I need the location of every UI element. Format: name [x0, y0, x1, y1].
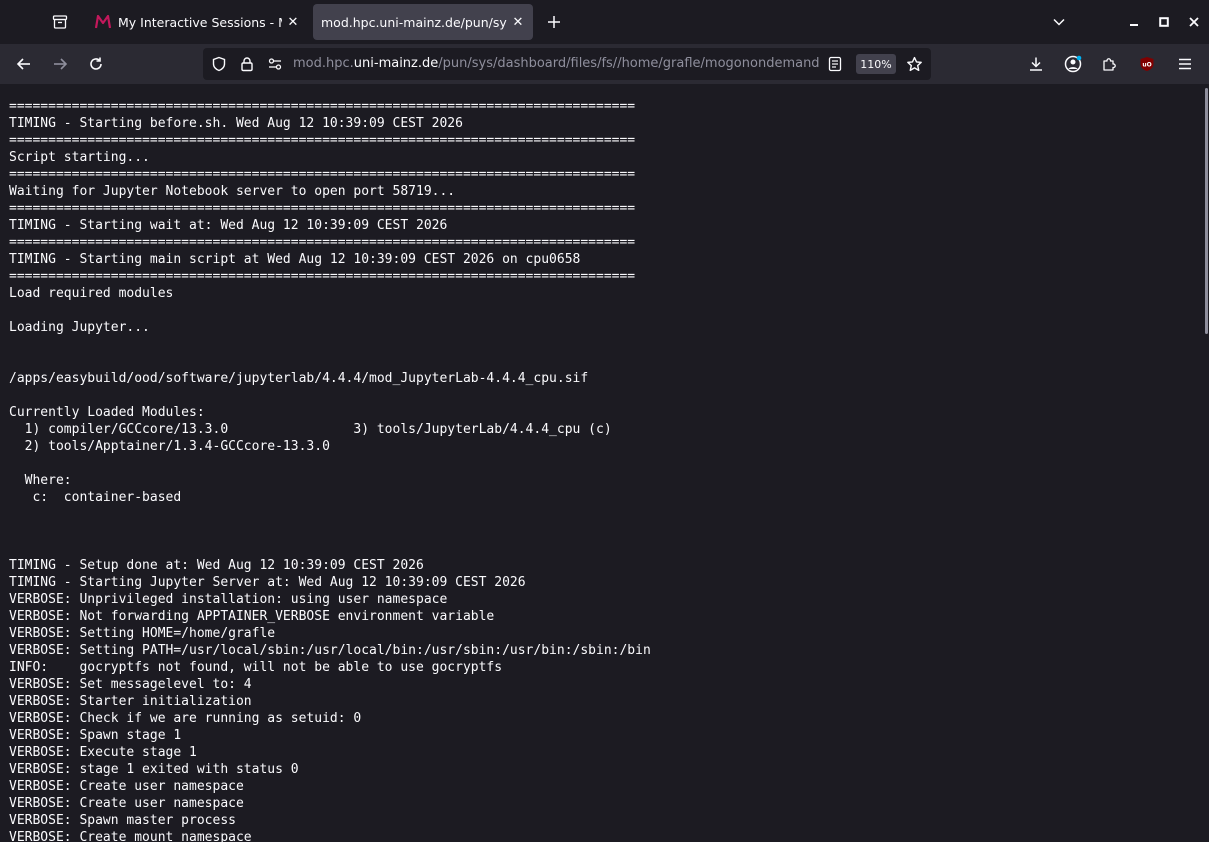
- address-bar[interactable]: mod.hpc.uni-mainz.de/pun/sys/dashboard/f…: [203, 48, 931, 80]
- log-line: VERBOSE: Starter initialization: [9, 694, 252, 709]
- page-content: ========================================…: [0, 84, 1203, 842]
- log-line: Currently Loaded Modules:: [9, 405, 205, 420]
- ublock-origin-button[interactable]: uO: [1131, 48, 1163, 80]
- log-output: ========================================…: [9, 98, 651, 842]
- tab-close-icon[interactable]: ✕: [511, 15, 525, 30]
- puzzle-icon: [1103, 58, 1116, 71]
- log-line: VERBOSE: Spawn stage 1: [9, 728, 182, 743]
- arrow-left-icon: [16, 58, 30, 70]
- log-line: VERBOSE: stage 1 exited with status 0: [9, 762, 299, 777]
- list-all-tabs-button[interactable]: [1043, 6, 1075, 38]
- log-line: INFO: gocryptfs not found, will not be a…: [9, 660, 503, 675]
- log-line: /apps/easybuild/ood/software/jupyterlab/…: [9, 371, 589, 386]
- plus-icon: [548, 16, 560, 28]
- log-line: ========================================…: [9, 269, 636, 284]
- log-line: TIMING - Starting before.sh. Wed Aug 12 …: [9, 116, 463, 131]
- log-line: TIMING - Starting Jupyter Server at: Wed…: [9, 575, 526, 590]
- log-line: TIMING - Starting main script at Wed Aug…: [9, 252, 581, 267]
- minimize-icon: [1130, 24, 1138, 26]
- log-line: ========================================…: [9, 99, 636, 114]
- navigation-toolbar: mod.hpc.uni-mainz.de/pun/sys/dashboard/f…: [0, 44, 1209, 84]
- reload-icon: [90, 57, 102, 70]
- log-line: Loading Jupyter...: [9, 320, 150, 335]
- log-line: VERBOSE: Create mount namespace: [9, 830, 252, 842]
- log-line: c: container-based: [9, 490, 182, 505]
- log-line: ========================================…: [9, 201, 636, 216]
- ublock-icon: uO: [1140, 57, 1154, 71]
- archive-icon: [52, 15, 68, 29]
- log-line: 2) tools/Apptainer/1.3.4-GCCcore-13.3.0: [9, 439, 330, 454]
- permissions-icon[interactable]: [265, 54, 285, 74]
- log-line: TIMING - Starting wait at: Wed Aug 12 10…: [9, 218, 448, 233]
- log-line: VERBOSE: Create user namespace: [9, 796, 244, 811]
- url-prefix: mod.hpc.: [293, 56, 354, 71]
- minimize-button[interactable]: [1122, 10, 1146, 34]
- tab-manager-button[interactable]: [44, 6, 76, 38]
- log-line: Where:: [9, 473, 72, 488]
- tab-title: My Interactive Sessions - MOG: [118, 14, 282, 30]
- hamburger-menu-icon: [1179, 58, 1191, 70]
- url-path: /pun/sys/dashboard/files/fs//home/grafle…: [438, 56, 819, 71]
- log-line: VERBOSE: Setting PATH=/usr/local/sbin:/u…: [9, 643, 651, 658]
- log-line: VERBOSE: Create user namespace: [9, 779, 244, 794]
- log-line: ========================================…: [9, 235, 636, 250]
- log-line: Load required modules: [9, 286, 174, 301]
- log-line: VERBOSE: Unprivileged installation: usin…: [9, 592, 448, 607]
- lock-icon[interactable]: [237, 54, 257, 74]
- tab-close-icon[interactable]: ✕: [286, 15, 300, 30]
- reload-button[interactable]: [80, 48, 112, 80]
- log-line: TIMING - Setup done at: Wed Aug 12 10:39…: [9, 558, 424, 573]
- account-button[interactable]: [1057, 48, 1089, 80]
- log-line: VERBOSE: Not forwarding APPTAINER_VERBOS…: [9, 609, 495, 624]
- log-line: ========================================…: [9, 133, 636, 148]
- close-icon: [1189, 17, 1199, 27]
- tab-strip: My Interactive Sessions - MOG ✕ mod.hpc.…: [0, 0, 1209, 44]
- downloads-button[interactable]: [1020, 48, 1052, 80]
- shield-icon[interactable]: [209, 54, 229, 74]
- scrollbar-thumb[interactable]: [1205, 88, 1208, 334]
- forward-button[interactable]: [44, 48, 76, 80]
- log-line: VERBOSE: Execute stage 1: [9, 745, 197, 760]
- log-line: ========================================…: [9, 167, 636, 182]
- chevron-down-icon: [1053, 18, 1065, 26]
- vertical-scrollbar[interactable]: [1203, 84, 1209, 842]
- zoom-level-button[interactable]: 110%: [856, 54, 896, 74]
- arrow-right-icon: [54, 58, 68, 70]
- extensions-button[interactable]: [1093, 48, 1125, 80]
- maximize-button[interactable]: [1152, 10, 1176, 34]
- application-menu-button[interactable]: [1169, 48, 1201, 80]
- log-line: VERBOSE: Set messagelevel to: 4: [9, 677, 252, 692]
- back-button[interactable]: [8, 48, 40, 80]
- close-window-button[interactable]: [1182, 10, 1206, 34]
- new-tab-button[interactable]: [538, 6, 570, 38]
- log-line: VERBOSE: Setting HOME=/home/grafle: [9, 626, 276, 641]
- log-line: Waiting for Jupyter Notebook server to o…: [9, 184, 456, 199]
- url-text[interactable]: mod.hpc.uni-mainz.de/pun/sys/dashboard/f…: [293, 56, 819, 71]
- tab-interactive-sessions[interactable]: My Interactive Sessions - MOG ✕: [86, 4, 308, 40]
- tab-title: mod.hpc.uni-mainz.de/pun/sys/dashboard: [321, 14, 507, 30]
- download-icon: [1030, 57, 1042, 71]
- log-line: VERBOSE: Spawn master process: [9, 813, 236, 828]
- tab-log-file[interactable]: mod.hpc.uni-mainz.de/pun/sys/dashboard ✕: [313, 4, 533, 40]
- log-line: VERBOSE: Check if we are running as setu…: [9, 711, 362, 726]
- url-host: uni-mainz.de: [353, 56, 439, 71]
- maximize-icon: [1159, 17, 1169, 27]
- star-icon[interactable]: [904, 54, 924, 74]
- log-line: Script starting...: [9, 150, 150, 165]
- mogon-favicon-icon: [94, 14, 112, 30]
- account-icon: [1064, 55, 1082, 73]
- svg-text:uO: uO: [1142, 62, 1151, 69]
- log-line: 1) compiler/GCCcore/13.3.0 3) tools/Jupy…: [9, 422, 612, 437]
- reader-view-icon[interactable]: [825, 54, 845, 74]
